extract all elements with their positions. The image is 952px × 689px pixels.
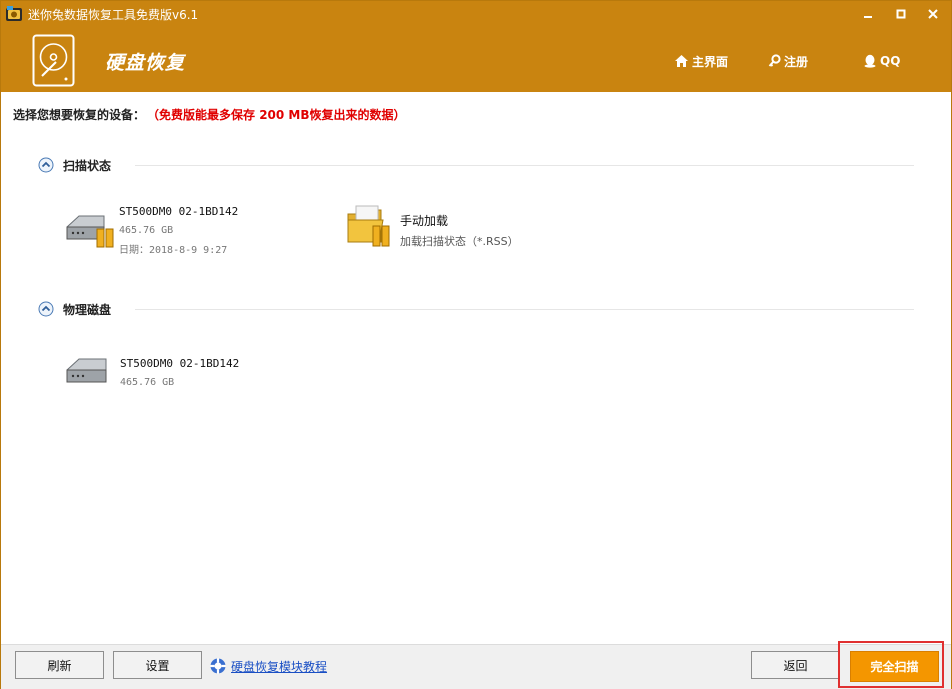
close-icon (928, 9, 938, 19)
folder-with-pause-icon (347, 205, 390, 247)
window-title: 迷你兔数据恢复工具免费版v6.1 (28, 8, 199, 22)
settings-button[interactable]: 设置 (113, 651, 202, 679)
hard-disk-icon (66, 358, 107, 383)
device-size: 465.76 GB (119, 225, 174, 236)
header-title: 硬盘恢复 (105, 52, 186, 74)
section-divider (135, 309, 914, 310)
prompt-label: 选择您想要恢复的设备： (13, 108, 146, 122)
collapse-physical-disk-button[interactable] (38, 301, 54, 317)
device-name: ST500DM0 02-1BD142 (119, 205, 239, 218)
chevron-up-circle-icon (38, 157, 54, 173)
lifebuoy-icon (210, 658, 226, 674)
tutorial-link[interactable]: 硬盘恢复模块教程 (209, 657, 327, 675)
chevron-up-circle-icon (38, 301, 54, 317)
hard-disk-logo-icon (32, 34, 75, 87)
hard-disk-with-pause-icon (66, 215, 114, 248)
app-icon (5, 5, 23, 23)
section-divider (135, 165, 914, 166)
physical-disk-item[interactable]: ST500DM0 02-1BD142 465.76 GB (64, 353, 264, 395)
section-physical-disk: 物理磁盘 (38, 300, 914, 318)
nav-home[interactable]: 主界面 (674, 52, 728, 70)
manual-load-item[interactable]: 手动加载 加载扫描状态（*.RSS） (346, 204, 576, 252)
refresh-button[interactable]: 刷新 (15, 651, 104, 679)
close-button[interactable] (921, 5, 945, 23)
nav-qq-label: QQ (880, 54, 901, 68)
free-limit-notice: （免费版能最多保存 200 MB恢复出来的数据） (153, 108, 406, 122)
title-bar[interactable]: 迷你兔数据恢复工具免费版v6.1 (1, 1, 951, 28)
section-title: 物理磁盘 (63, 303, 112, 317)
saved-scan-item[interactable]: ST500DM0 02-1BD142 465.76 GB 日期：2018-8-9… (64, 204, 264, 256)
device-name: ST500DM0 02-1BD142 (120, 357, 240, 370)
nav-register[interactable]: 注册 (768, 52, 808, 70)
device-size: 465.76 GB (120, 377, 175, 388)
maximize-icon (896, 9, 906, 19)
nav-qq[interactable]: QQ (863, 52, 900, 70)
key-icon (768, 54, 781, 67)
manual-load-title: 手动加载 (400, 214, 449, 228)
tutorial-link-label: 硬盘恢复模块教程 (231, 659, 328, 674)
scan-date: 日期：2018-8-9 9:27 (119, 245, 228, 256)
minimize-icon (864, 16, 872, 18)
manual-load-desc: 加载扫描状态（*.RSS） (400, 235, 519, 248)
nav-register-label: 注册 (784, 54, 809, 69)
back-button[interactable]: 返回 (751, 651, 840, 679)
collapse-scan-state-button[interactable] (38, 157, 54, 173)
nav-home-label: 主界面 (692, 54, 729, 69)
section-scan-state: 扫描状态 (38, 156, 914, 174)
maximize-button[interactable] (889, 5, 913, 23)
home-icon (675, 55, 688, 67)
header-band: 硬盘恢复 主界面 注册 QQ (1, 28, 951, 92)
section-title: 扫描状态 (63, 159, 112, 173)
app-window: 迷你兔数据恢复工具免费版v6.1 硬盘恢复 主界面 注册 QQ 选择您想要恢复的… (0, 0, 952, 689)
minimize-button[interactable] (856, 5, 880, 23)
full-scan-button[interactable]: 完全扫描 (850, 651, 939, 682)
device-prompt: 选择您想要恢复的设备： （免费版能最多保存 200 MB恢复出来的数据） (13, 106, 406, 123)
qq-penguin-icon (864, 54, 876, 68)
